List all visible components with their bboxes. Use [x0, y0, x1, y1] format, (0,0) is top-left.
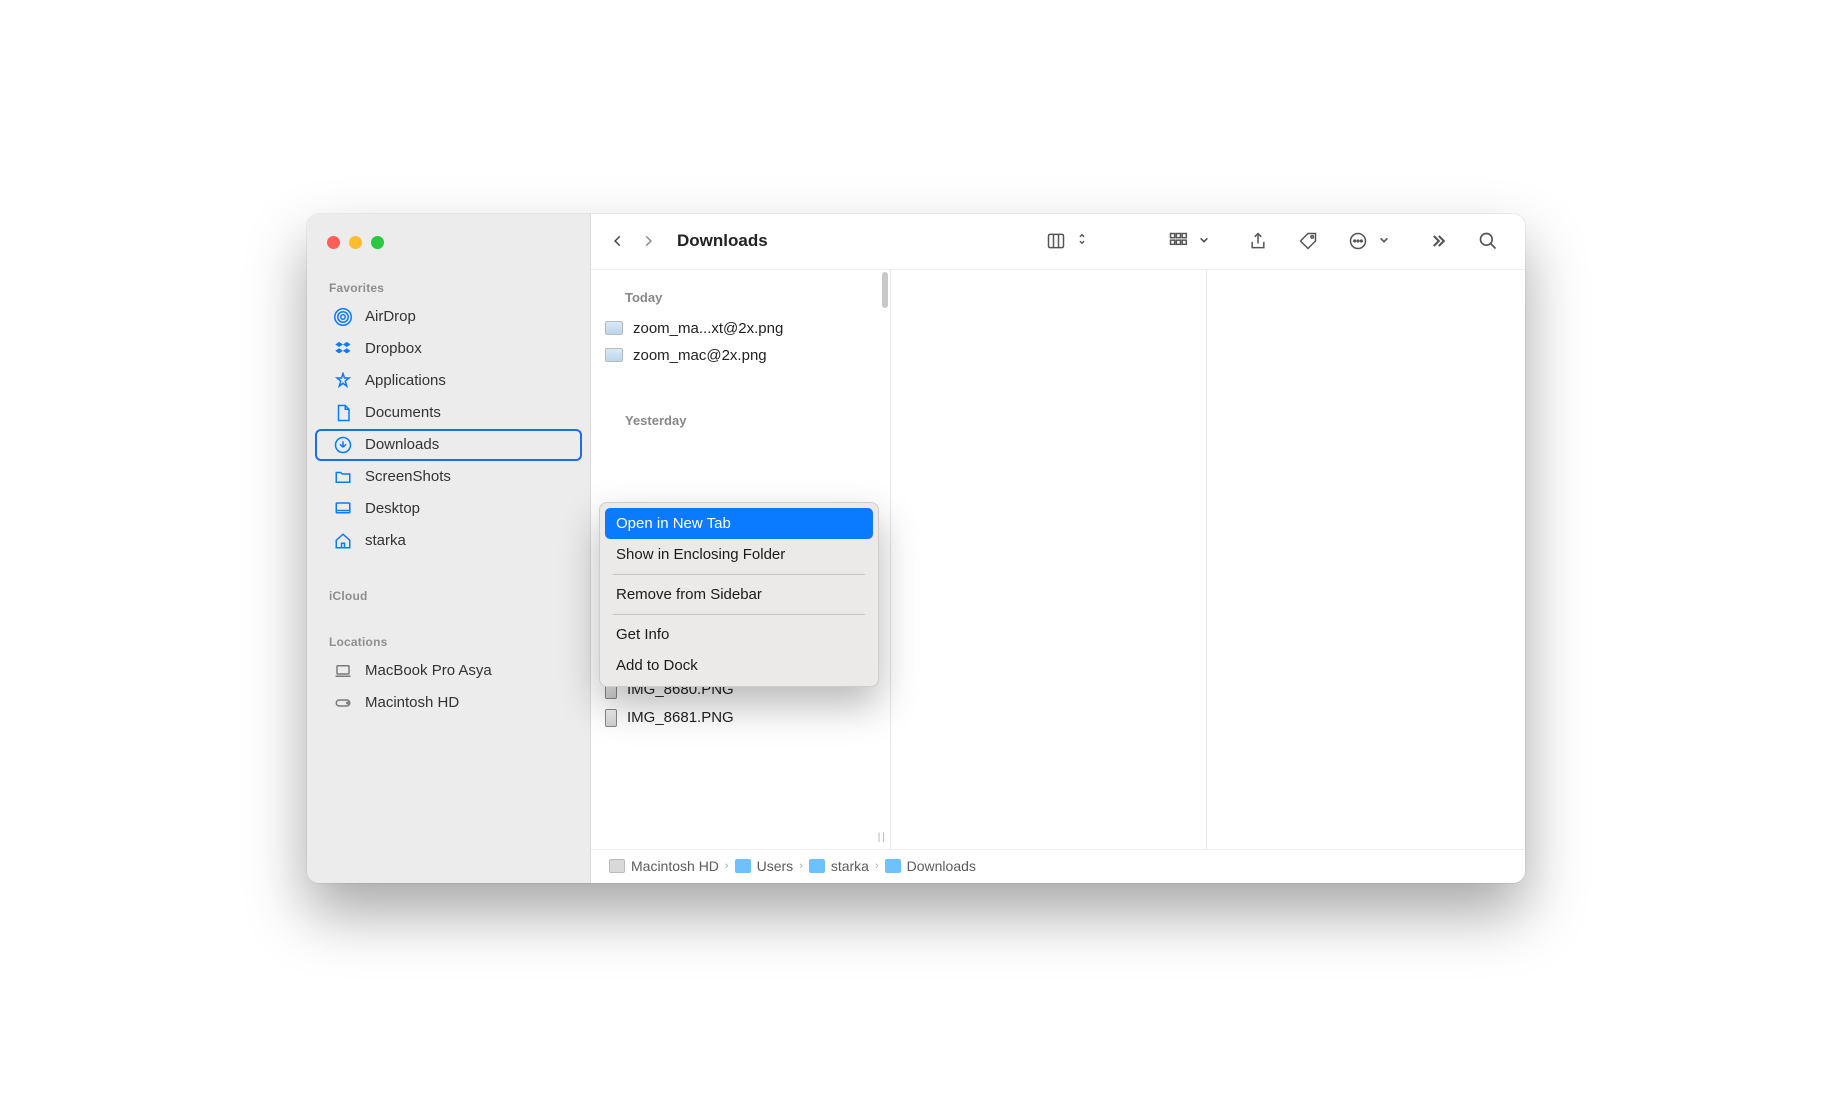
chevron-down-icon	[1379, 232, 1389, 250]
sidebar-item-downloads[interactable]: Downloads	[315, 429, 582, 461]
menu-separator	[613, 574, 865, 575]
window-title: Downloads	[677, 231, 768, 251]
sidebar-item-home[interactable]: starka	[315, 525, 582, 557]
downloads-icon	[333, 435, 353, 455]
chevron-right-icon: ›	[799, 860, 803, 872]
path-segment[interactable]: Users	[735, 858, 794, 874]
applications-icon	[333, 371, 353, 391]
fullscreen-window-button[interactable]	[371, 236, 384, 249]
folder-icon	[735, 859, 751, 873]
path-segment[interactable]: Downloads	[885, 858, 976, 874]
column-resize-handle[interactable]: ||	[878, 832, 887, 843]
search-button[interactable]	[1469, 226, 1507, 256]
sidebar-item-desktop[interactable]: Desktop	[315, 493, 582, 525]
window-controls	[307, 236, 590, 249]
minimize-window-button[interactable]	[349, 236, 362, 249]
sidebar-section-icloud: iCloud	[307, 589, 590, 603]
empty-column	[1207, 270, 1525, 849]
updown-icon	[1077, 232, 1087, 251]
sidebar-item-documents[interactable]: Documents	[315, 397, 582, 429]
sidebar-item-label: AirDrop	[365, 308, 416, 325]
scrollbar[interactable]	[882, 272, 888, 308]
sidebar-section-locations: Locations MacBook Pro Asya Macintosh HD	[307, 635, 590, 719]
file-name: zoom_mac@2x.png	[633, 347, 767, 364]
context-menu: Open in New Tab Show in Enclosing Folder…	[599, 502, 879, 687]
menu-item-add-to-dock[interactable]: Add to Dock	[605, 650, 873, 681]
group-label: Yesterday	[591, 409, 890, 438]
laptop-icon	[333, 661, 353, 681]
folder-icon	[333, 467, 353, 487]
sidebar: Favorites AirDrop Dropbox Applications	[307, 214, 591, 883]
image-file-icon	[605, 321, 623, 335]
sidebar-item-label: Dropbox	[365, 340, 422, 357]
sidebar-item-label: Documents	[365, 404, 441, 421]
sidebar-item-dropbox[interactable]: Dropbox	[315, 333, 582, 365]
sidebar-item-label: Desktop	[365, 500, 420, 517]
menu-item-show-enclosing[interactable]: Show in Enclosing Folder	[605, 539, 873, 570]
sidebar-section-favorites: Favorites AirDrop Dropbox Applications	[307, 281, 590, 557]
home-icon	[333, 531, 353, 551]
empty-column	[891, 270, 1207, 849]
path-segment[interactable]: Macintosh HD	[609, 858, 719, 874]
group-by-button[interactable]	[1147, 226, 1209, 256]
sidebar-heading: Locations	[307, 635, 590, 649]
path-segment[interactable]: starka	[809, 858, 869, 874]
folder-icon	[809, 859, 825, 873]
back-button[interactable]	[603, 226, 633, 256]
sidebar-item-applications[interactable]: Applications	[315, 365, 582, 397]
sidebar-heading: Favorites	[307, 281, 590, 295]
file-name: IMG_8681.PNG	[627, 709, 734, 726]
chevron-right-icon: ›	[875, 860, 879, 872]
sidebar-item-label: Downloads	[365, 436, 439, 453]
close-window-button[interactable]	[327, 236, 340, 249]
menu-item-open-new-tab[interactable]: Open in New Tab	[605, 508, 873, 539]
toolbar: Downloads	[591, 214, 1525, 270]
disk-icon	[333, 693, 353, 713]
forward-button[interactable]	[633, 226, 663, 256]
airdrop-icon	[333, 307, 353, 327]
overflow-button[interactable]	[1419, 226, 1457, 256]
desktop-icon	[333, 499, 353, 519]
path-label: Macintosh HD	[631, 858, 719, 874]
path-label: Users	[757, 858, 794, 874]
sidebar-item-label: MacBook Pro Asya	[365, 662, 492, 679]
file-name: zoom_ma...xt@2x.png	[633, 320, 783, 337]
path-label: Downloads	[907, 858, 976, 874]
sidebar-heading: iCloud	[307, 589, 590, 603]
folder-icon	[885, 859, 901, 873]
sidebar-item-screenshots[interactable]: ScreenShots	[315, 461, 582, 493]
sidebar-item-label: Macintosh HD	[365, 694, 459, 711]
file-row[interactable]: zoom_ma...xt@2x.png	[591, 315, 890, 342]
menu-item-remove-sidebar[interactable]: Remove from Sidebar	[605, 579, 873, 610]
sidebar-item-airdrop[interactable]: AirDrop	[315, 301, 582, 333]
menu-separator	[613, 614, 865, 615]
file-row[interactable]: IMG_8681.PNG	[591, 704, 890, 732]
chevron-right-icon: ›	[725, 860, 729, 872]
image-file-icon	[605, 348, 623, 362]
view-mode-button[interactable]	[1025, 226, 1087, 256]
disk-icon	[609, 859, 625, 873]
menu-item-get-info[interactable]: Get Info	[605, 619, 873, 650]
sidebar-item-label: starka	[365, 532, 406, 549]
sidebar-item-macbook[interactable]: MacBook Pro Asya	[315, 655, 582, 687]
documents-icon	[333, 403, 353, 423]
group-label: Today	[591, 286, 890, 315]
finder-window: Favorites AirDrop Dropbox Applications	[307, 214, 1525, 883]
phone-image-icon	[605, 709, 617, 727]
tags-button[interactable]	[1289, 226, 1327, 256]
sidebar-item-label: ScreenShots	[365, 468, 451, 485]
share-button[interactable]	[1239, 226, 1277, 256]
file-row[interactable]: zoom_mac@2x.png	[591, 342, 890, 369]
sidebar-item-label: Applications	[365, 372, 446, 389]
action-menu-button[interactable]	[1327, 226, 1389, 256]
dropbox-icon	[333, 339, 353, 359]
chevron-down-icon	[1199, 232, 1209, 250]
path-label: starka	[831, 858, 869, 874]
path-bar: Macintosh HD › Users › starka › Download…	[591, 849, 1525, 883]
sidebar-item-macintosh-hd[interactable]: Macintosh HD	[315, 687, 582, 719]
